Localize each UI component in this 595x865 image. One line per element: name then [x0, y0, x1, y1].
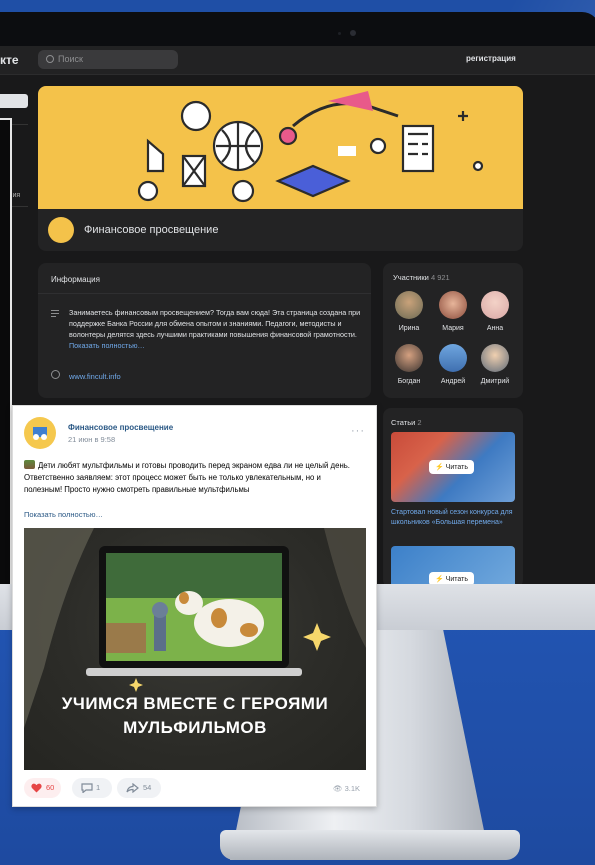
finance-illustration: [137, 91, 484, 203]
heart-icon: [31, 783, 42, 793]
members-block: Участники 4 921 Ирина Мария Анна Богдан …: [383, 263, 523, 398]
member-avatar[interactable]: [481, 291, 509, 319]
comment-icon: [81, 783, 93, 793]
members-heading-label: Участники: [393, 273, 429, 282]
left-overlay-frame: [0, 118, 12, 600]
article-title[interactable]: Стартовал новый сезон конкурса для школь…: [391, 508, 515, 527]
read-button[interactable]: ⚡ Читать: [429, 572, 474, 584]
member-avatar[interactable]: [395, 344, 423, 372]
show-more-link[interactable]: Показать полностью…: [69, 341, 145, 350]
articles-count: 2: [417, 418, 422, 427]
post-text: Дети любят мультфильмы и готовы проводит…: [24, 460, 359, 496]
register-link[interactable]: регистрация: [466, 54, 516, 63]
share-button[interactable]: 54: [117, 778, 161, 798]
members-count: 4 921: [430, 273, 450, 282]
read-button-label: Читать: [445, 576, 468, 583]
articles-heading[interactable]: Статьи 2: [391, 418, 422, 427]
member-name[interactable]: Дмитрий: [475, 378, 515, 385]
website-link[interactable]: www.fincult.info: [69, 372, 121, 381]
post-menu-icon[interactable]: ···: [351, 425, 365, 437]
post-author-avatar[interactable]: [24, 417, 56, 449]
read-button-label: Читать: [445, 464, 468, 471]
views-counter: 👁 3.1K: [333, 784, 360, 793]
comment-count: 1: [96, 783, 101, 792]
member-avatar[interactable]: [395, 291, 423, 319]
group-avatar[interactable]: [48, 217, 74, 243]
like-count: 60: [46, 783, 55, 792]
image-caption-line2: МУЛЬФИЛЬМОВ: [123, 718, 267, 737]
post-date[interactable]: 21 июн в 9:58: [68, 435, 115, 444]
member-name[interactable]: Богдан: [389, 378, 429, 385]
info-heading: Информация: [51, 275, 100, 284]
articles-heading-label: Статьи: [391, 418, 416, 427]
read-button[interactable]: ⚡ Читать: [429, 460, 474, 474]
avatar-illustration: [33, 427, 47, 440]
image-caption-line1: УЧИМСЯ ВМЕСТЕ С ГЕРОЯМИ: [61, 694, 329, 713]
members-heading[interactable]: Участники 4 921: [393, 273, 450, 282]
post-card: Финансовое просвещение 21 июн в 9:58 ···…: [12, 405, 377, 807]
logo[interactable]: кте: [0, 53, 19, 67]
menu-lines-icon: [51, 310, 59, 319]
member-avatar[interactable]: [481, 344, 509, 372]
member-name[interactable]: Анна: [475, 325, 515, 332]
camera-icon: [350, 30, 356, 36]
comment-button[interactable]: 1: [72, 778, 112, 798]
divider: [38, 293, 371, 294]
group-title: Финансовое просвещение: [84, 224, 219, 236]
member-name[interactable]: Андрей: [433, 378, 473, 385]
member-avatar[interactable]: [439, 291, 467, 319]
left-nav-button[interactable]: [0, 94, 28, 108]
search-input[interactable]: Поиск: [38, 50, 178, 69]
member-avatar[interactable]: [439, 344, 467, 372]
camera-dot: [338, 32, 341, 35]
member-name[interactable]: Ирина: [389, 325, 429, 332]
group-cover-banner: [38, 86, 523, 209]
monitor-stand-base: [220, 830, 520, 860]
eye-icon: 👁: [333, 784, 343, 793]
share-count: 54: [143, 783, 152, 792]
article-thumbnail[interactable]: ⚡ Читать: [391, 432, 515, 502]
search-placeholder: Поиск: [58, 54, 83, 64]
post-show-more-link[interactable]: Показать полностью…: [24, 510, 103, 519]
articles-block: Статьи 2 ⚡ Читать Стартовал новый сезон …: [383, 408, 523, 584]
top-bar: кте Поиск регистрация: [0, 46, 595, 75]
globe-icon: [51, 370, 60, 379]
views-count: 3.1K: [344, 784, 361, 793]
info-description-text: Занимаетесь финансовым просвещением? Тог…: [69, 308, 361, 339]
share-icon: [126, 783, 139, 793]
info-block: Информация Занимаетесь финансовым просве…: [38, 263, 371, 398]
info-description: Занимаетесь финансовым просвещением? Тог…: [69, 307, 364, 351]
member-name[interactable]: Мария: [433, 325, 473, 332]
post-image[interactable]: УЧИМСЯ ВМЕСТЕ С ГЕРОЯМИ МУЛЬФИЛЬМОВ: [24, 528, 366, 770]
post-author-name[interactable]: Финансовое просвещение: [68, 423, 173, 432]
post-text-body: Дети любят мультфильмы и готовы проводит…: [24, 461, 350, 494]
like-button[interactable]: 60: [24, 778, 61, 798]
family-emoji-icon: [24, 460, 35, 469]
search-icon: [46, 55, 54, 63]
group-header: Финансовое просвещение: [38, 209, 523, 251]
article-thumbnail[interactable]: ⚡ Читать: [391, 546, 515, 584]
